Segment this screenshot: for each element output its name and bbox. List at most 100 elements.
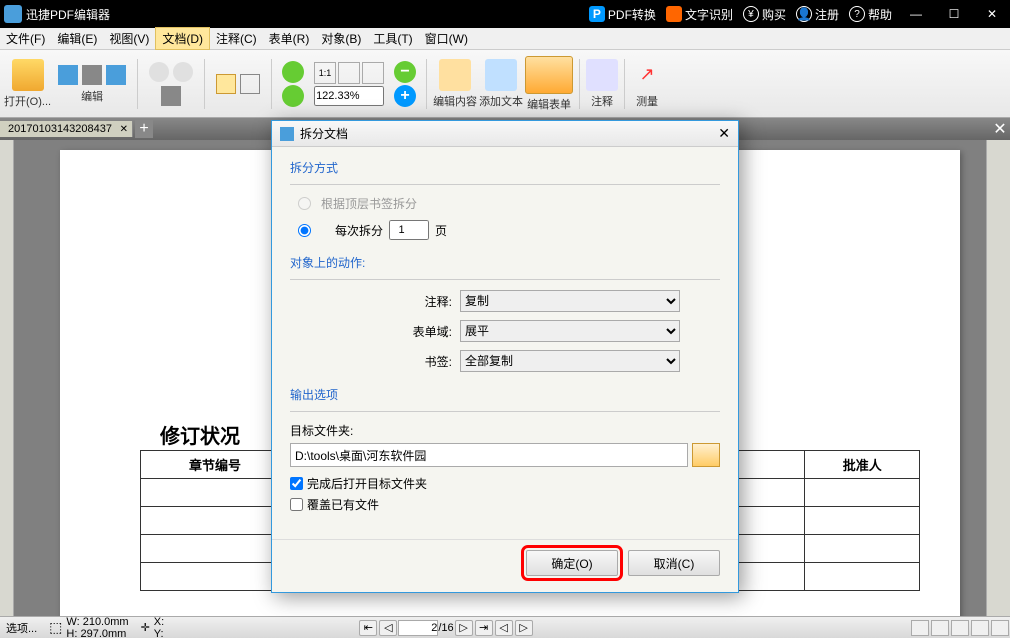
toolbar: 打开(O)... 编辑 1:1 bbox=[0, 50, 1010, 118]
fit-page-button[interactable]: 1:1 bbox=[314, 62, 336, 84]
undo-button[interactable] bbox=[148, 61, 170, 83]
print-button[interactable] bbox=[81, 64, 103, 86]
page-input[interactable] bbox=[398, 620, 438, 636]
menu-view[interactable]: 视图(V) bbox=[103, 28, 155, 49]
radio-pages[interactable] bbox=[298, 224, 311, 237]
hand-icon bbox=[216, 74, 236, 94]
radio-pages-label: 每次拆分 bbox=[335, 222, 383, 239]
edit-form-icon bbox=[525, 56, 573, 94]
menu-window[interactable]: 窗口(W) bbox=[419, 28, 474, 49]
split-dialog: 拆分文档 ✕ 拆分方式 根据顶层书签拆分 每次拆分 页 对象上的动作: 注释: … bbox=[271, 120, 739, 593]
maximize-button[interactable]: ☐ bbox=[940, 0, 968, 28]
output-section-label: 输出选项 bbox=[290, 386, 720, 403]
view-grid-button[interactable] bbox=[971, 620, 989, 636]
options-button[interactable]: 选项... bbox=[0, 620, 43, 636]
redo-icon bbox=[173, 62, 193, 82]
nav-fwd-button[interactable]: ▷ bbox=[515, 620, 533, 636]
rotate-right-icon bbox=[282, 85, 304, 107]
edit-content-button[interactable]: 编辑内容 bbox=[433, 59, 477, 109]
menu-edit[interactable]: 编辑(E) bbox=[51, 28, 103, 49]
pdf-convert-button[interactable]: P PDF转换 bbox=[589, 6, 656, 23]
split-method-label: 拆分方式 bbox=[290, 159, 720, 176]
overwrite-checkbox[interactable] bbox=[290, 498, 303, 511]
page-dims: ⬚ W: 210.0mm H: 297.0mm bbox=[43, 616, 134, 640]
annotate-button[interactable]: 注释 bbox=[586, 59, 618, 109]
rotate-left-icon bbox=[282, 61, 304, 83]
hand-tool[interactable] bbox=[215, 73, 237, 95]
ocr-icon bbox=[666, 6, 682, 22]
open-after-checkbox[interactable] bbox=[290, 477, 303, 490]
document-tab[interactable]: 20170103143208437 ✕ bbox=[0, 121, 133, 137]
dialog-close-button[interactable]: ✕ bbox=[718, 125, 730, 142]
last-page-button[interactable]: ⇥ bbox=[475, 620, 493, 636]
browse-button[interactable] bbox=[692, 443, 720, 467]
cancel-button[interactable]: 取消(C) bbox=[628, 550, 720, 576]
camera-icon bbox=[161, 86, 181, 106]
mail-button[interactable] bbox=[105, 64, 127, 86]
buy-button[interactable]: ¥ 购买 bbox=[743, 6, 786, 23]
pdf-convert-icon: P bbox=[589, 6, 605, 22]
pages-spin[interactable] bbox=[389, 220, 429, 240]
save-icon bbox=[58, 65, 78, 85]
separator bbox=[426, 59, 427, 109]
prev-page-button[interactable]: ◁ bbox=[379, 620, 397, 636]
open-button[interactable]: 打开(O)... bbox=[4, 59, 51, 109]
redo-button[interactable] bbox=[172, 61, 194, 83]
menu-form[interactable]: 表单(R) bbox=[263, 28, 316, 49]
next-page-button[interactable]: ▷ bbox=[455, 620, 473, 636]
add-text-button[interactable]: 添加文本 bbox=[479, 59, 523, 109]
nav-back-button[interactable]: ◁ bbox=[495, 620, 513, 636]
pages-unit: 页 bbox=[435, 222, 447, 239]
menu-object[interactable]: 对象(B) bbox=[315, 28, 367, 49]
mail-icon bbox=[106, 65, 126, 85]
menu-annotate[interactable]: 注释(C) bbox=[210, 28, 263, 49]
left-sidebar[interactable] bbox=[0, 140, 14, 616]
menu-file[interactable]: 文件(F) bbox=[0, 28, 51, 49]
menu-document[interactable]: 文档(D) bbox=[155, 27, 210, 50]
close-button[interactable]: ✕ bbox=[978, 0, 1006, 28]
view-thumb-button[interactable] bbox=[991, 620, 1009, 636]
zoom-input[interactable] bbox=[314, 86, 384, 106]
tab-close-icon[interactable]: ✕ bbox=[120, 124, 128, 135]
fit-button[interactable] bbox=[362, 62, 384, 84]
edit-form-button[interactable]: 编辑表单 bbox=[525, 56, 573, 112]
radio-bookmark bbox=[298, 197, 311, 210]
first-page-button[interactable]: ⇤ bbox=[359, 620, 377, 636]
zoom-out-button[interactable]: − bbox=[394, 61, 416, 83]
help-button[interactable]: ? 帮助 bbox=[849, 6, 892, 23]
view-single-button[interactable] bbox=[911, 620, 929, 636]
fit-width-button[interactable] bbox=[338, 62, 360, 84]
text-select-tool[interactable] bbox=[239, 73, 261, 95]
zoom-in-button[interactable]: + bbox=[394, 85, 416, 107]
undo-icon bbox=[149, 62, 169, 82]
view-continuous-button[interactable] bbox=[931, 620, 949, 636]
save-button[interactable] bbox=[57, 64, 79, 86]
register-button[interactable]: 👤 注册 bbox=[796, 6, 839, 23]
rotate-right-button[interactable] bbox=[282, 85, 304, 107]
cursor-pos: ✛ X: Y: bbox=[135, 616, 171, 640]
ocr-button[interactable]: 文字识别 bbox=[666, 6, 733, 23]
measure-button[interactable]: ↗ 测量 bbox=[631, 59, 663, 109]
right-scrollbar[interactable] bbox=[986, 140, 1010, 616]
minimize-button[interactable]: — bbox=[902, 0, 930, 28]
tabbar-close-button[interactable]: ✕ bbox=[990, 119, 1010, 139]
view-facing-button[interactable] bbox=[951, 620, 969, 636]
menu-tools[interactable]: 工具(T) bbox=[367, 28, 418, 49]
add-text-icon bbox=[485, 59, 517, 91]
user-icon: 👤 bbox=[796, 6, 812, 22]
help-icon: ? bbox=[849, 6, 865, 22]
dialog-titlebar[interactable]: 拆分文档 ✕ bbox=[272, 121, 738, 147]
annotations-select[interactable]: 复制 bbox=[460, 290, 680, 312]
tab-add-button[interactable]: + bbox=[135, 120, 153, 138]
table-header: 批准人 bbox=[805, 451, 920, 479]
separator bbox=[579, 59, 580, 109]
ok-button[interactable]: 确定(O) bbox=[526, 550, 618, 576]
rotate-left-button[interactable] bbox=[282, 61, 304, 83]
edit-label: 编辑 bbox=[81, 88, 103, 104]
bookmarks-select[interactable]: 全部复制 bbox=[460, 350, 680, 372]
formfields-select[interactable]: 展平 bbox=[460, 320, 680, 342]
app-title: 迅捷PDF编辑器 bbox=[26, 6, 110, 23]
camera-button[interactable] bbox=[160, 85, 182, 107]
dialog-title-text: 拆分文档 bbox=[300, 125, 348, 142]
target-folder-input[interactable] bbox=[290, 443, 688, 467]
